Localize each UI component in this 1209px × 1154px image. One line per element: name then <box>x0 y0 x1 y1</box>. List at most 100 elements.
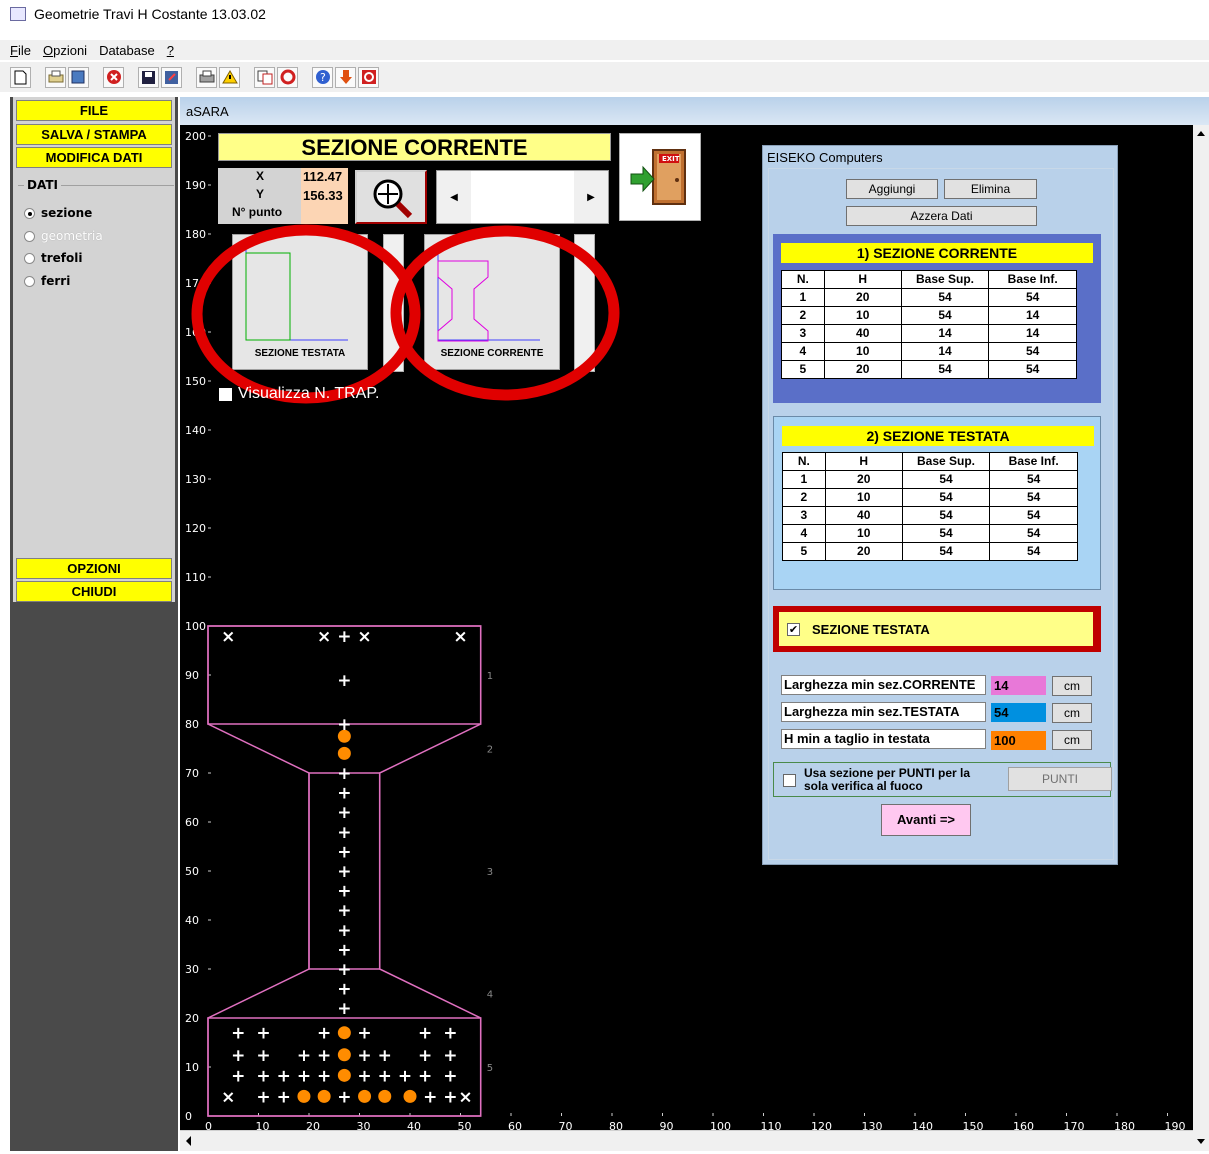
larghezza-testata-value[interactable]: 54 <box>991 703 1046 722</box>
table-row[interactable]: 5 20 54 54 <box>781 360 1077 379</box>
table-cell[interactable]: 54 <box>989 488 1078 507</box>
table-cell[interactable]: 40 <box>824 506 903 525</box>
table-cell[interactable]: 40 <box>823 324 902 343</box>
close-icon[interactable] <box>103 66 124 88</box>
zoom-button[interactable] <box>355 170 427 224</box>
menu-file[interactable]: File <box>10 43 31 58</box>
salva-stampa-button[interactable]: SALVA / STAMPA <box>16 124 172 145</box>
table-cell[interactable]: 54 <box>901 542 991 561</box>
table-cell[interactable]: 54 <box>988 360 1077 379</box>
table-cell[interactable]: 1 <box>781 288 825 307</box>
table-cell[interactable]: 2 <box>782 488 826 507</box>
exit-button[interactable]: EXIT <box>619 133 701 221</box>
sezione-testata-checkbox[interactable]: ✔ <box>787 622 800 636</box>
table-cell[interactable]: 54 <box>900 306 990 325</box>
scroll-left-icon[interactable]: ◀ <box>437 171 471 223</box>
table-cell[interactable]: 54 <box>989 470 1078 489</box>
menu-opzioni[interactable]: Opzioni <box>43 43 87 58</box>
export-icon[interactable] <box>161 66 182 88</box>
table-cell[interactable]: 54 <box>900 288 990 307</box>
vertical-scrollbar[interactable] <box>1193 125 1209 1130</box>
table-cell[interactable]: 14 <box>900 342 990 361</box>
table-cell[interactable]: 2 <box>781 306 825 325</box>
save-icon[interactable] <box>138 66 159 88</box>
elimina-button[interactable]: Elimina <box>944 179 1037 199</box>
sezione-testata-table[interactable]: N. H Base Sup. Base Inf. 1 20 54 54 2 10 54 54 3… <box>782 452 1078 561</box>
avanti-button[interactable]: Avanti => <box>881 804 971 836</box>
table-cell[interactable]: 54 <box>988 288 1077 307</box>
table-cell[interactable]: 20 <box>823 360 902 379</box>
printer-icon[interactable] <box>196 66 217 88</box>
aggiungi-button[interactable]: Aggiungi <box>846 179 938 199</box>
scroll-down-icon[interactable] <box>1193 1130 1209 1151</box>
table-cell[interactable]: 5 <box>782 542 826 561</box>
table-row[interactable]: 5 20 54 54 <box>782 542 1078 561</box>
horizontal-scrollbar[interactable] <box>180 1130 1193 1151</box>
h-min-taglio-unit[interactable]: cm <box>1052 730 1092 750</box>
table-row[interactable]: 1 20 54 54 <box>781 288 1077 307</box>
sezione-corrente-table[interactable]: N. H Base Sup. Base Inf. 1 20 54 54 2 10 54 14 3… <box>781 270 1077 379</box>
table-cell[interactable]: 14 <box>900 324 990 343</box>
larghezza-testata-unit[interactable]: cm <box>1052 703 1092 723</box>
punti-button[interactable]: PUNTI <box>1008 767 1112 791</box>
print-icon[interactable] <box>45 66 66 88</box>
table-cell[interactable]: 54 <box>989 524 1078 543</box>
table-cell[interactable]: 4 <box>782 524 826 543</box>
table-cell[interactable]: 54 <box>988 342 1077 361</box>
table-cell[interactable]: 5 <box>781 360 825 379</box>
down-arrow-icon[interactable] <box>335 66 356 88</box>
table-row[interactable]: 2 10 54 54 <box>782 488 1078 507</box>
refresh-icon[interactable] <box>277 66 298 88</box>
chiudi-button[interactable]: CHIUDI <box>16 581 172 602</box>
table-row[interactable]: 3 40 14 14 <box>781 324 1077 343</box>
table-cell[interactable]: 54 <box>901 506 991 525</box>
table-cell[interactable]: 54 <box>989 506 1078 525</box>
print-preview-icon[interactable] <box>68 66 89 88</box>
table-cell[interactable]: 10 <box>824 488 903 507</box>
copy-icon[interactable] <box>254 66 275 88</box>
table-row[interactable]: 4 10 14 54 <box>781 342 1077 361</box>
table-cell[interactable]: 14 <box>988 324 1077 343</box>
radio-sezione-button[interactable] <box>24 207 35 219</box>
table-cell[interactable]: 10 <box>823 342 902 361</box>
radio-ferri[interactable]: ferri <box>24 274 70 288</box>
table-cell[interactable]: 54 <box>901 470 991 489</box>
table-cell[interactable]: 20 <box>824 470 903 489</box>
table-cell[interactable]: 10 <box>824 524 903 543</box>
radio-trefoli[interactable]: trefoli <box>24 251 82 265</box>
table-cell[interactable]: 54 <box>901 524 991 543</box>
visualizza-checkbox-box[interactable] <box>219 387 232 401</box>
h-min-taglio-value[interactable]: 100 <box>991 731 1046 750</box>
table-cell[interactable]: 54 <box>989 542 1078 561</box>
table-cell[interactable]: 20 <box>823 288 902 307</box>
radio-ferri-button[interactable] <box>24 275 35 287</box>
scroll-up-icon[interactable] <box>1193 125 1209 141</box>
table-cell[interactable]: 1 <box>782 470 826 489</box>
table-row[interactable]: 4 10 54 54 <box>782 524 1078 543</box>
usa-punti-checkbox[interactable] <box>783 774 796 787</box>
modifica-dati-button[interactable]: MODIFICA DATI <box>16 147 172 168</box>
table-cell[interactable]: 3 <box>781 324 825 343</box>
table-cell[interactable]: 10 <box>823 306 902 325</box>
larghezza-corrente-unit[interactable]: cm <box>1052 676 1092 696</box>
warning-icon[interactable] <box>219 66 240 88</box>
visualizza-trap-checkbox[interactable]: Visualizza N. TRAP. <box>219 385 379 403</box>
radio-trefoli-button[interactable] <box>24 252 35 264</box>
table-row[interactable]: 1 20 54 54 <box>782 470 1078 489</box>
table-cell[interactable]: 54 <box>900 360 990 379</box>
scroll-left-icon[interactable] <box>180 1131 196 1150</box>
table-cell[interactable]: 54 <box>901 488 991 507</box>
azzera-dati-button[interactable]: Azzera Dati <box>846 206 1037 226</box>
table-cell[interactable]: 14 <box>988 306 1077 325</box>
table-row[interactable]: 3 40 54 54 <box>782 506 1078 525</box>
table-cell[interactable]: 4 <box>781 342 825 361</box>
info-icon[interactable] <box>358 66 379 88</box>
table-cell[interactable]: 20 <box>824 542 903 561</box>
opzioni-button[interactable]: OPZIONI <box>16 558 172 579</box>
menu-database[interactable]: Database <box>99 43 155 58</box>
scroll-right-icon[interactable]: ▶ <box>574 171 608 223</box>
larghezza-corrente-value[interactable]: 14 <box>991 676 1046 695</box>
point-scrollbar[interactable]: ◀ ▶ <box>436 170 609 224</box>
new-file-icon[interactable] <box>10 66 31 88</box>
menu-help[interactable]: ? <box>167 43 174 58</box>
